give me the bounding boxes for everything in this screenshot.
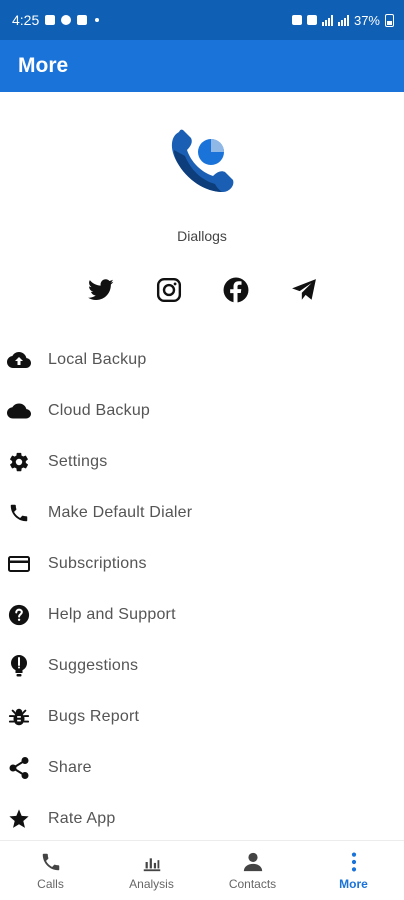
menu-item-label: Cloud Backup bbox=[48, 401, 151, 419]
lightbulb-icon bbox=[0, 654, 48, 678]
menu-item-help[interactable]: Help and Support bbox=[0, 589, 404, 640]
status-right: 37% bbox=[291, 12, 394, 28]
message-notification-icon bbox=[77, 15, 88, 25]
menu-item-rate-app[interactable]: Rate App bbox=[0, 793, 404, 844]
menu-item-label: Subscriptions bbox=[48, 554, 147, 572]
menu-item-default-dialer[interactable]: Make Default Dialer bbox=[0, 487, 404, 538]
app-name: Diallogs bbox=[177, 228, 227, 244]
page-title: More bbox=[18, 54, 69, 77]
menu-item-bugs-report[interactable]: Bugs Report bbox=[0, 691, 404, 742]
nav-tab-label: Contacts bbox=[228, 877, 277, 891]
menu-item-cloud-backup[interactable]: Cloud Backup bbox=[0, 385, 404, 436]
signal-1-icon bbox=[321, 14, 333, 26]
share-icon bbox=[0, 756, 48, 780]
settings-notification-icon bbox=[61, 15, 72, 25]
status-time: 4:25 bbox=[12, 12, 40, 28]
menu-item-label: Bugs Report bbox=[48, 707, 140, 725]
cloud-upload-icon bbox=[0, 351, 48, 369]
nav-tab-calls[interactable]: Calls bbox=[0, 841, 101, 900]
telegram-button[interactable] bbox=[289, 275, 319, 305]
phone-icon bbox=[42, 853, 59, 871]
nav-tab-more[interactable]: More bbox=[303, 841, 404, 900]
more-vertical-icon bbox=[351, 852, 356, 872]
status-bar: 4:25 37% bbox=[0, 0, 404, 40]
menu-item-subscriptions[interactable]: Subscriptions bbox=[0, 538, 404, 589]
more-menu: Local Backup Cloud Backup Settings Make … bbox=[0, 334, 404, 844]
status-left: 4:25 bbox=[12, 12, 100, 28]
nav-tab-label: More bbox=[339, 877, 368, 891]
gallery-notification-icon bbox=[45, 15, 56, 25]
star-icon bbox=[0, 808, 48, 830]
instagram-icon bbox=[156, 277, 182, 303]
card-icon bbox=[0, 555, 48, 573]
nav-tab-analysis[interactable]: Analysis bbox=[101, 841, 202, 900]
cloud-icon bbox=[0, 403, 48, 419]
sync-icon bbox=[291, 15, 302, 25]
nav-tab-label: Calls bbox=[37, 877, 64, 891]
bar-chart-icon bbox=[143, 858, 160, 872]
phone-icon bbox=[0, 502, 48, 524]
twitter-icon bbox=[88, 279, 114, 300]
menu-item-label: Local Backup bbox=[48, 350, 147, 368]
twitter-button[interactable] bbox=[86, 275, 116, 305]
instagram-button[interactable] bbox=[154, 275, 184, 305]
facebook-button[interactable] bbox=[221, 275, 251, 305]
facebook-icon bbox=[223, 277, 249, 303]
menu-item-label: Share bbox=[48, 758, 92, 776]
gear-icon bbox=[0, 451, 48, 473]
menu-item-label: Settings bbox=[48, 452, 108, 470]
menu-item-label: Make Default Dialer bbox=[48, 503, 193, 521]
telegram-icon bbox=[292, 279, 316, 300]
social-links bbox=[0, 275, 404, 305]
nav-tab-label: Analysis bbox=[129, 877, 174, 891]
menu-item-suggestions[interactable]: Suggestions bbox=[0, 640, 404, 691]
bottom-nav: Calls Analysis Contacts More bbox=[0, 840, 404, 900]
battery-percent: 37% bbox=[353, 12, 380, 28]
menu-item-label: Suggestions bbox=[48, 656, 139, 674]
vibrate-icon bbox=[306, 15, 317, 25]
person-icon bbox=[243, 852, 262, 872]
menu-item-label: Rate App bbox=[48, 809, 116, 827]
menu-item-local-backup[interactable]: Local Backup bbox=[0, 334, 404, 385]
menu-item-label: Help and Support bbox=[48, 605, 176, 623]
app-logo-icon bbox=[171, 129, 234, 192]
more-notifications-icon bbox=[95, 18, 100, 22]
help-icon bbox=[0, 604, 48, 626]
app-bar: More bbox=[0, 40, 404, 92]
bug-icon bbox=[0, 706, 48, 728]
signal-2-icon bbox=[337, 14, 349, 26]
battery-icon bbox=[385, 13, 394, 27]
nav-tab-contacts[interactable]: Contacts bbox=[202, 841, 303, 900]
menu-item-settings[interactable]: Settings bbox=[0, 436, 404, 487]
menu-item-share[interactable]: Share bbox=[0, 742, 404, 793]
